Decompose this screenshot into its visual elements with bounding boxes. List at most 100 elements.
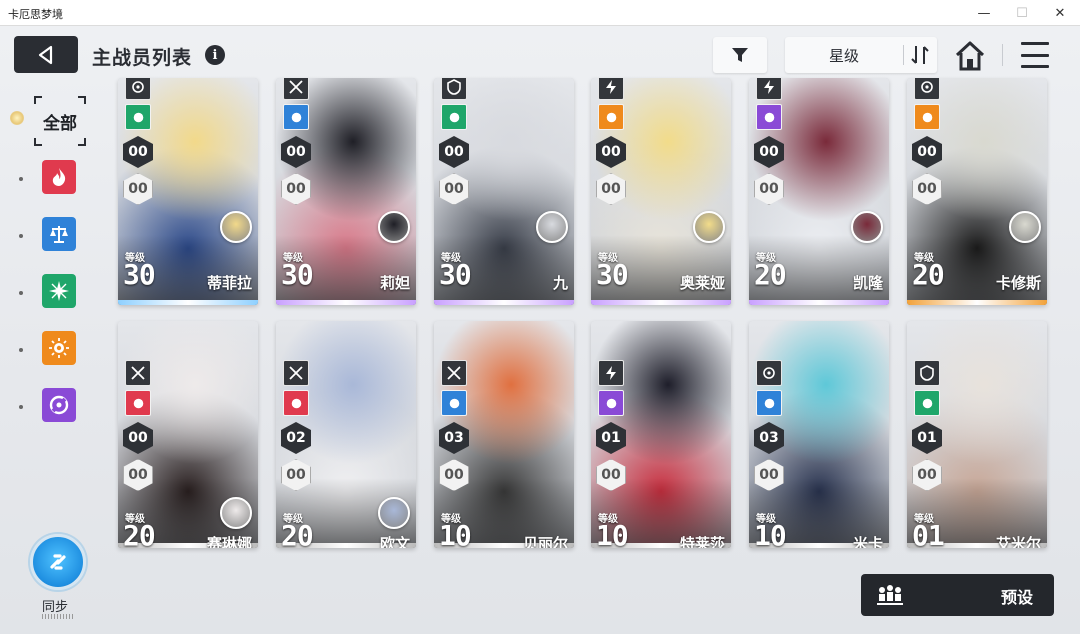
class-icon [283,78,309,100]
element-icon [441,390,467,416]
card-rarity-glow [591,300,731,305]
character-card[interactable]: 00 00 等级 30 莉妲 [276,78,416,305]
partner-avatar [378,211,410,243]
partner-avatar [378,497,410,529]
partner-avatar [220,497,252,529]
sync-icon [50,554,66,570]
element-icon [283,390,309,416]
maximize-button[interactable]: ☐ [1002,0,1042,26]
filter-sun-button[interactable] [42,331,76,365]
card-rarity-glow [749,300,889,305]
filter-button[interactable] [713,37,767,73]
filter-nature-button[interactable] [42,274,76,308]
class-icon [441,78,467,100]
partner-avatar [851,211,883,243]
sync-label: 同步 [42,600,69,615]
element-icon [441,104,467,130]
sun-element-icon [49,338,69,358]
home-icon[interactable] [953,39,987,73]
character-name: 特莱莎 [679,535,725,548]
character-card[interactable]: 01 00 等级 01 艾米尔 [907,321,1047,548]
level-number: 20 [123,519,156,548]
character-card[interactable]: 02 00 等级 20 欧文 [276,321,416,548]
character-card[interactable]: 01 00 等级 10 特莱莎 [591,321,731,548]
close-window-button[interactable]: ✕ [1040,0,1080,26]
partner-avatar [1009,211,1041,243]
sidebar-dot [19,177,23,181]
filter-fire-button[interactable] [42,160,76,194]
character-card[interactable]: 00 00 等级 30 蒂菲拉 [118,78,258,305]
level-number: 10 [439,519,472,548]
filter-balance-button[interactable] [42,217,76,251]
balance-element-icon [50,226,68,243]
level-number: 30 [281,258,314,291]
level-number: 20 [281,519,314,548]
sync-button[interactable] [30,534,86,590]
element-icon [598,390,624,416]
character-card[interactable]: 00 00 等级 30 九 [434,78,574,305]
card-rarity-glow [118,300,258,305]
card-rarity-glow [276,300,416,305]
element-icon [914,104,940,130]
filter-void-button[interactable] [42,388,76,422]
sidebar-dot [19,234,23,238]
card-rarity-glow [907,300,1047,305]
sort-dropdown[interactable]: 星级 [785,37,937,73]
character-card[interactable]: 03 00 等级 10 米卡 [749,321,889,548]
sort-order-icon[interactable] [909,43,931,67]
character-card[interactable]: 00 00 等级 20 卡修斯 [907,78,1047,305]
minimize-button[interactable]: — [964,0,1004,26]
active-indicator [10,111,24,125]
header-divider [1002,44,1003,66]
character-name: 艾米尔 [995,535,1041,548]
team-preset-icon [877,585,903,605]
partner-avatar [536,211,568,243]
character-name: 赛琳娜 [206,535,252,548]
filter-icon [732,48,748,62]
sync-barcode-decoration [42,614,74,619]
class-icon [125,360,151,386]
sidebar-dot [19,291,23,295]
element-icon [756,390,782,416]
sort-divider [903,45,904,65]
element-icon [125,390,151,416]
partner-avatar [220,211,252,243]
character-card[interactable]: 00 00 等级 20 赛琳娜 [118,321,258,548]
character-card[interactable]: 00 00 等级 30 奥莱娅 [591,78,731,305]
element-icon [914,390,940,416]
character-name: 凯隆 [852,274,883,292]
back-button[interactable] [14,36,78,73]
card-rarity-glow [434,300,574,305]
character-name: 欧文 [379,535,410,548]
character-card[interactable]: 03 00 等级 10 贝丽尔 [434,321,574,548]
element-icon [125,104,151,130]
menu-icon[interactable] [1021,42,1049,68]
element-icon [756,104,782,130]
preset-button[interactable]: 预设 [861,574,1054,616]
back-arrow-icon [38,45,53,64]
class-icon [283,360,309,386]
filter-all-button[interactable]: 全部 [34,96,86,146]
filter-all-label: 全部 [43,113,77,134]
nature-element-icon [49,281,69,301]
class-icon [125,78,151,100]
level-number: 30 [596,258,629,291]
character-card[interactable]: 00 00 等级 20 凯隆 [749,78,889,305]
window-titlebar: 卡厄思梦境 — ☐ ✕ [0,0,1080,26]
window-title: 卡厄思梦境 [8,8,63,21]
class-icon [756,78,782,100]
level-number: 30 [439,258,472,291]
page-title: 主战员列表 [92,47,193,69]
character-name: 卡修斯 [995,274,1041,292]
class-icon [598,360,624,386]
character-name: 蒂菲拉 [206,274,252,292]
element-icon [598,104,624,130]
level-number: 20 [912,258,945,291]
character-name: 米卡 [852,535,883,548]
sidebar-dot [19,405,23,409]
class-icon [914,360,940,386]
info-icon[interactable]: i [205,45,225,65]
preset-label: 预设 [1001,588,1034,607]
fire-element-icon [52,168,66,186]
game-viewport: 主战员列表 i 星级 全部 同步 00 00 等级 30 蒂菲拉 00 00 等… [0,26,1080,634]
